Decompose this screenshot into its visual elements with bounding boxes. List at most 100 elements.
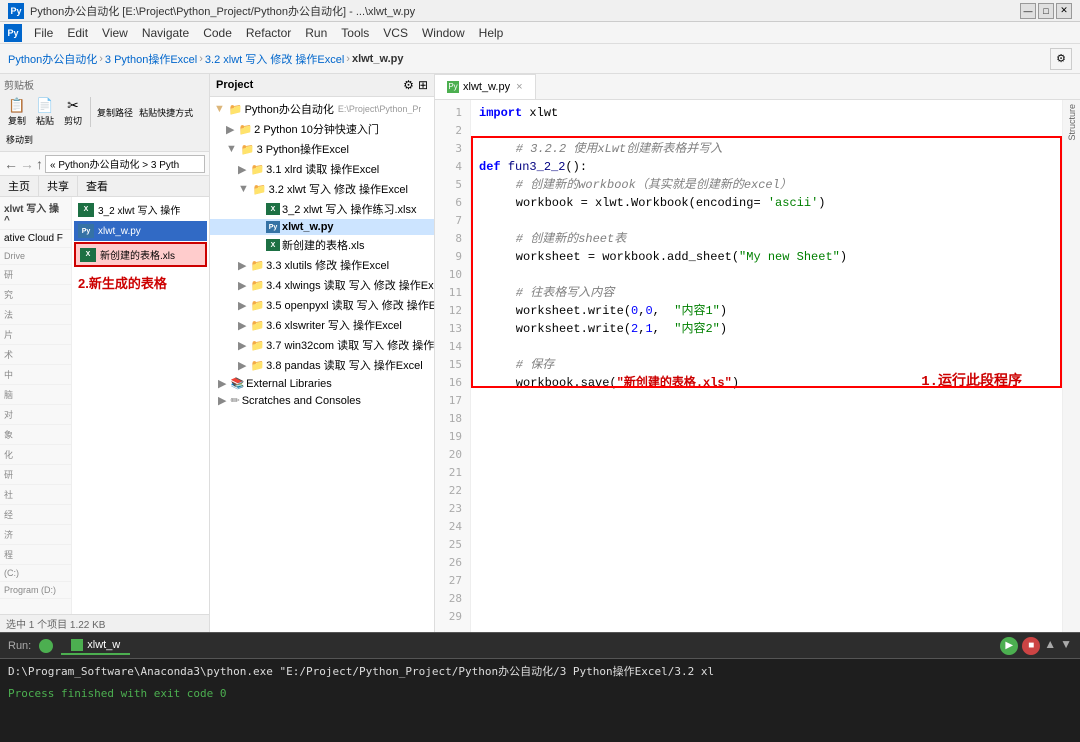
- terminal-stop-btn[interactable]: ■: [1022, 637, 1040, 655]
- code-line-12: worksheet.write(0,0, "内容1"): [479, 302, 1054, 320]
- code-line-27: [479, 572, 1054, 590]
- menu-help[interactable]: Help: [473, 24, 510, 42]
- tree-item-37[interactable]: ▶ 📁 3.7 win32com 读取 写入 修改 操作: [210, 335, 434, 355]
- tree-item-xlsx[interactable]: X 3_2 xlwt 写入 操作练习.xlsx: [210, 199, 434, 219]
- tree-item-section3[interactable]: ▼ 📁 3 Python操作Excel: [210, 139, 434, 159]
- tab-view[interactable]: 查看: [78, 176, 116, 196]
- menu-navigate[interactable]: Navigate: [136, 24, 195, 42]
- windows-explorer-panel: 剪贴板 📋 复制 📄 粘贴 ✂ 剪切 复制路径 粘贴快捷方式 移动到: [0, 74, 210, 632]
- clipboard-section-label: 剪贴板: [4, 77, 205, 93]
- ide-editor: Py xlwt_w.py × 1 2 3 4 5 6 7: [435, 74, 1080, 632]
- tree-item-py[interactable]: Py xlwt_w.py: [210, 219, 434, 235]
- ide-tab-xlwt[interactable]: Py xlwt_w.py ×: [435, 74, 536, 99]
- ide-toolbar: Python办公自动化 › 3 Python操作Excel › 3.2 xlwt…: [0, 44, 1080, 74]
- tree-item-38[interactable]: ▶ 📁 3.8 pandas 读取 写入 操作Excel: [210, 355, 434, 375]
- explorer-status: 选中 1 个项目 1.22 KB: [0, 614, 209, 632]
- breadcrumb-level2[interactable]: 3.2 xlwt 写入 修改 操作Excel: [205, 51, 344, 67]
- menu-edit[interactable]: Edit: [61, 24, 94, 42]
- menu-refactor[interactable]: Refactor: [240, 24, 297, 42]
- back-btn[interactable]: ←: [4, 156, 18, 172]
- code-line-4: def fun3_2_2():: [479, 158, 1054, 176]
- paste-btn[interactable]: 📄 粘贴: [32, 95, 58, 129]
- tree-content: ▼ 📁 Python办公自动化 E:\Project\Python_Pr ▶ 📁…: [210, 97, 434, 632]
- copy-path-btn[interactable]: 复制路径: [95, 104, 135, 121]
- code-line-13: worksheet.write(2,1, "内容2"): [479, 320, 1054, 338]
- move-to-btn[interactable]: 移动到: [4, 131, 35, 148]
- minimize-btn[interactable]: —: [1020, 3, 1036, 19]
- tree-item-36[interactable]: ▶ 📁 3.6 xlswriter 写入 操作Excel: [210, 315, 434, 335]
- terminal-panel: Run: xlwt_w ▶ ■ ▲ ▼ D:\Program_Software\…: [0, 632, 1080, 742]
- code-line-2: [479, 122, 1054, 140]
- window-title: Python办公自动化 [E:\Project\Python_Project/P…: [30, 3, 415, 19]
- code-line-14: [479, 338, 1054, 356]
- code-line-28: [479, 590, 1054, 608]
- code-line-1: import xlwt: [479, 104, 1054, 122]
- tree-item-32[interactable]: ▼ 📁 3.2 xlwt 写入 修改 操作Excel: [210, 179, 434, 199]
- tree-item-34[interactable]: ▶ 📁 3.4 xlwings 读取 写入 修改 操作Excel: [210, 275, 434, 295]
- maximize-btn[interactable]: □: [1038, 3, 1054, 19]
- menu-run[interactable]: Run: [299, 24, 333, 42]
- up-btn[interactable]: ↑: [36, 156, 43, 172]
- terminal-command-line: D:\Program_Software\Anaconda3\python.exe…: [8, 663, 1072, 681]
- code-line-23: [479, 500, 1054, 518]
- forward-btn[interactable]: →: [20, 156, 34, 172]
- terminal-output-line: Process finished with exit code 0: [8, 685, 1072, 703]
- file-item-xls-highlighted[interactable]: X 新创建的表格.xls: [74, 242, 207, 267]
- tree-item-35[interactable]: ▶ 📁 3.5 openpyxl 读取 写入 修改 操作E: [210, 295, 434, 315]
- tree-item-ext[interactable]: ▶ 📚 External Libraries: [210, 375, 434, 392]
- run-indicator: [39, 639, 53, 653]
- code-line-11: # 往表格写入内容: [479, 284, 1054, 302]
- code-line-21: [479, 464, 1054, 482]
- tree-item-section2[interactable]: ▶ 📁 2 Python 10分钟快速入门: [210, 119, 434, 139]
- code-line-18: [479, 410, 1054, 428]
- menu-window[interactable]: Window: [416, 24, 471, 42]
- terminal-content: D:\Program_Software\Anaconda3\python.exe…: [0, 659, 1080, 742]
- toolbar-action-btn1[interactable]: ⚙: [1050, 48, 1072, 70]
- tree-item-31[interactable]: ▶ 📁 3.1 xlrd 读取 操作Excel: [210, 159, 434, 179]
- tree-settings-btn[interactable]: ⚙: [403, 78, 414, 92]
- cut-btn[interactable]: ✂ 剪切: [60, 95, 86, 129]
- nav-item-cloud[interactable]: ative Cloud F: [0, 230, 71, 248]
- terminal-scroll-down[interactable]: ▼: [1060, 637, 1072, 655]
- menu-tools[interactable]: Tools: [335, 24, 375, 42]
- terminal-run-label: Run:: [8, 640, 31, 652]
- tree-item-xls[interactable]: X 新创建的表格.xls: [210, 235, 434, 255]
- tree-item-scratches[interactable]: ▶ ✏ Scratches and Consoles: [210, 392, 434, 409]
- breadcrumb-root[interactable]: Python办公自动化: [8, 51, 97, 67]
- code-line-3: # 3.2.2 使用xLwt创建新表格并写入: [479, 140, 1054, 158]
- app-logo: Py: [8, 3, 24, 19]
- copy-btn[interactable]: 📋 复制: [4, 95, 30, 129]
- file-item-py[interactable]: Py xlwt_w.py: [74, 221, 207, 241]
- annotation-label1: 1.运行此段程序: [921, 370, 1022, 390]
- menu-bar: Py File Edit View Navigate Code Refactor…: [0, 22, 1080, 44]
- code-editor-content[interactable]: import xlwt # 3.2.2 使用xLwt创建新表格并写入 def f…: [471, 100, 1062, 632]
- menu-file[interactable]: File: [28, 24, 59, 42]
- code-line-22: [479, 482, 1054, 500]
- tree-item-33[interactable]: ▶ 📁 3.3 xlutils 修改 操作Excel: [210, 255, 434, 275]
- structure-sidebar[interactable]: Structure: [1062, 100, 1080, 632]
- address-bar[interactable]: « Python办公自动化 > 3 Pyth: [45, 155, 205, 173]
- code-line-5: # 创建新的workbook（其实就是创建新的excel）: [479, 176, 1054, 194]
- close-btn[interactable]: ✕: [1056, 3, 1072, 19]
- tab-home[interactable]: 主页: [0, 176, 39, 196]
- app-icon: Py: [4, 24, 22, 42]
- breadcrumb-level1[interactable]: 3 Python操作Excel: [105, 51, 197, 67]
- paste-shortcut-btn[interactable]: 粘贴快捷方式: [137, 104, 195, 121]
- menu-code[interactable]: Code: [197, 24, 238, 42]
- code-line-7: [479, 212, 1054, 230]
- terminal-tab-xlwt[interactable]: xlwt_w: [61, 637, 130, 655]
- file-item-xlsx[interactable]: X 3_2 xlwt 写入 操作: [74, 199, 207, 220]
- terminal-scroll-up[interactable]: ▲: [1044, 637, 1056, 655]
- explorer-nav-pane: xlwt 写入 操 ^ ative Cloud F Drive 研 究 法 片 …: [0, 197, 72, 614]
- tree-expand-btn[interactable]: ⊞: [418, 78, 428, 92]
- line-numbers: 1 2 3 4 5 6 7 8 9 10 11 12 13 14: [435, 100, 471, 632]
- project-tree-header: Project ⚙ ⊞: [210, 74, 434, 97]
- code-line-25: [479, 536, 1054, 554]
- ide-tab-bar: Py xlwt_w.py ×: [435, 74, 1080, 100]
- menu-view[interactable]: View: [96, 24, 134, 42]
- menu-vcs[interactable]: VCS: [377, 24, 414, 42]
- tree-item-root[interactable]: ▼ 📁 Python办公自动化 E:\Project\Python_Pr: [210, 99, 434, 119]
- tab-share[interactable]: 共享: [39, 176, 78, 196]
- terminal-run-btn[interactable]: ▶: [1000, 637, 1018, 655]
- tab-close-icon[interactable]: ×: [516, 81, 522, 93]
